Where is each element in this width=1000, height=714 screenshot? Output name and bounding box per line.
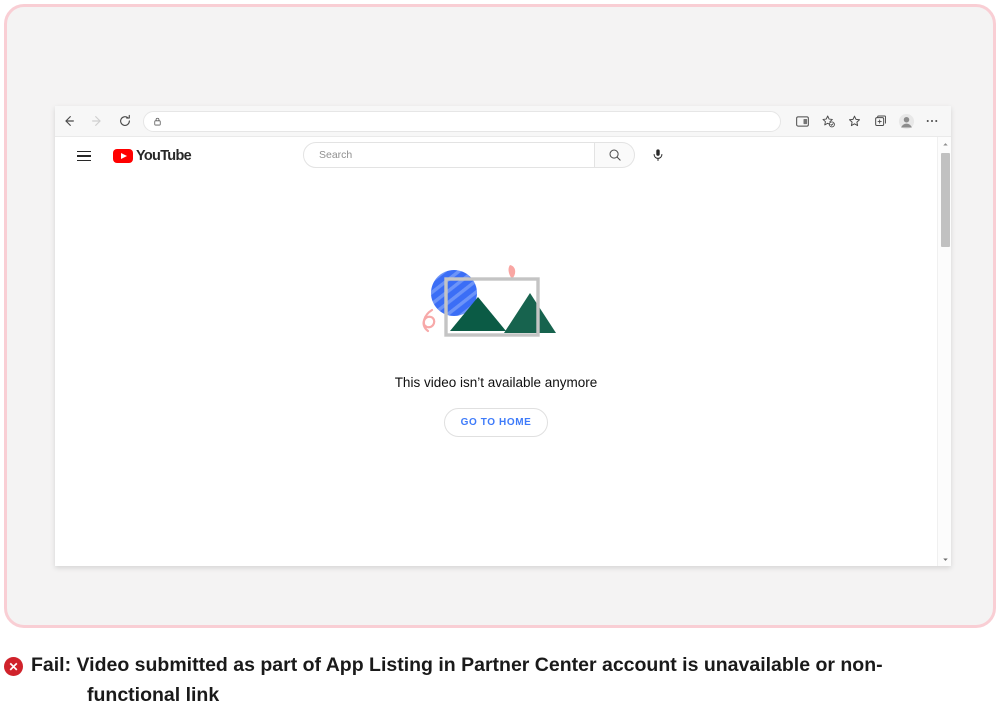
split-screen-icon[interactable]: [789, 108, 815, 134]
search-submit-button[interactable]: [595, 142, 635, 168]
back-button[interactable]: [55, 107, 83, 135]
caption-line-2: functional link: [31, 680, 989, 710]
play-icon: [113, 149, 133, 163]
search-area: [303, 142, 671, 168]
youtube-logo[interactable]: YouTube: [113, 148, 191, 164]
lock-icon: [152, 116, 163, 127]
forward-button[interactable]: [83, 107, 111, 135]
favorites-icon[interactable]: [841, 108, 867, 134]
search-box[interactable]: [303, 142, 595, 168]
voice-search-button[interactable]: [645, 142, 671, 168]
address-bar[interactable]: [143, 111, 781, 132]
video-unavailable-illustration: [416, 257, 576, 353]
search-input[interactable]: [317, 148, 594, 162]
favorite-star-icon[interactable]: [815, 108, 841, 134]
caption-text: Fail: Video submitted as part of App Lis…: [31, 650, 993, 710]
caption-row: ✕ Fail: Video submitted as part of App L…: [0, 650, 1000, 710]
scrollbar-up-arrow-icon[interactable]: [938, 137, 951, 151]
profile-avatar-icon[interactable]: [893, 108, 919, 134]
youtube-header: YouTube: [55, 137, 951, 175]
caption-line-1: Fail: Video submitted as part of App Lis…: [31, 654, 883, 676]
hamburger-menu-icon[interactable]: [69, 141, 99, 171]
go-to-home-button[interactable]: GO TO HOME: [444, 408, 549, 437]
error-message: This video isn’t available anymore: [395, 375, 598, 390]
scrollbar-thumb[interactable]: [941, 153, 950, 247]
video-unavailable-block: This video isn’t available anymore GO TO…: [55, 257, 937, 437]
screenshot-panel: YouTube: [4, 4, 996, 628]
fail-status-icon: ✕: [4, 657, 23, 676]
search-icon: [608, 148, 622, 162]
scrollbar-down-arrow-icon[interactable]: [938, 552, 951, 566]
reload-button[interactable]: [111, 107, 139, 135]
youtube-page: YouTube: [55, 137, 951, 566]
youtube-wordmark: YouTube: [136, 148, 191, 164]
browser-toolbar: [55, 106, 951, 137]
settings-more-icon[interactable]: [919, 108, 945, 134]
browser-window: YouTube: [55, 106, 951, 566]
browser-toolbar-actions: [789, 108, 951, 134]
page-scrollbar[interactable]: [937, 137, 951, 566]
microphone-icon: [651, 148, 665, 162]
collections-icon[interactable]: [867, 108, 893, 134]
